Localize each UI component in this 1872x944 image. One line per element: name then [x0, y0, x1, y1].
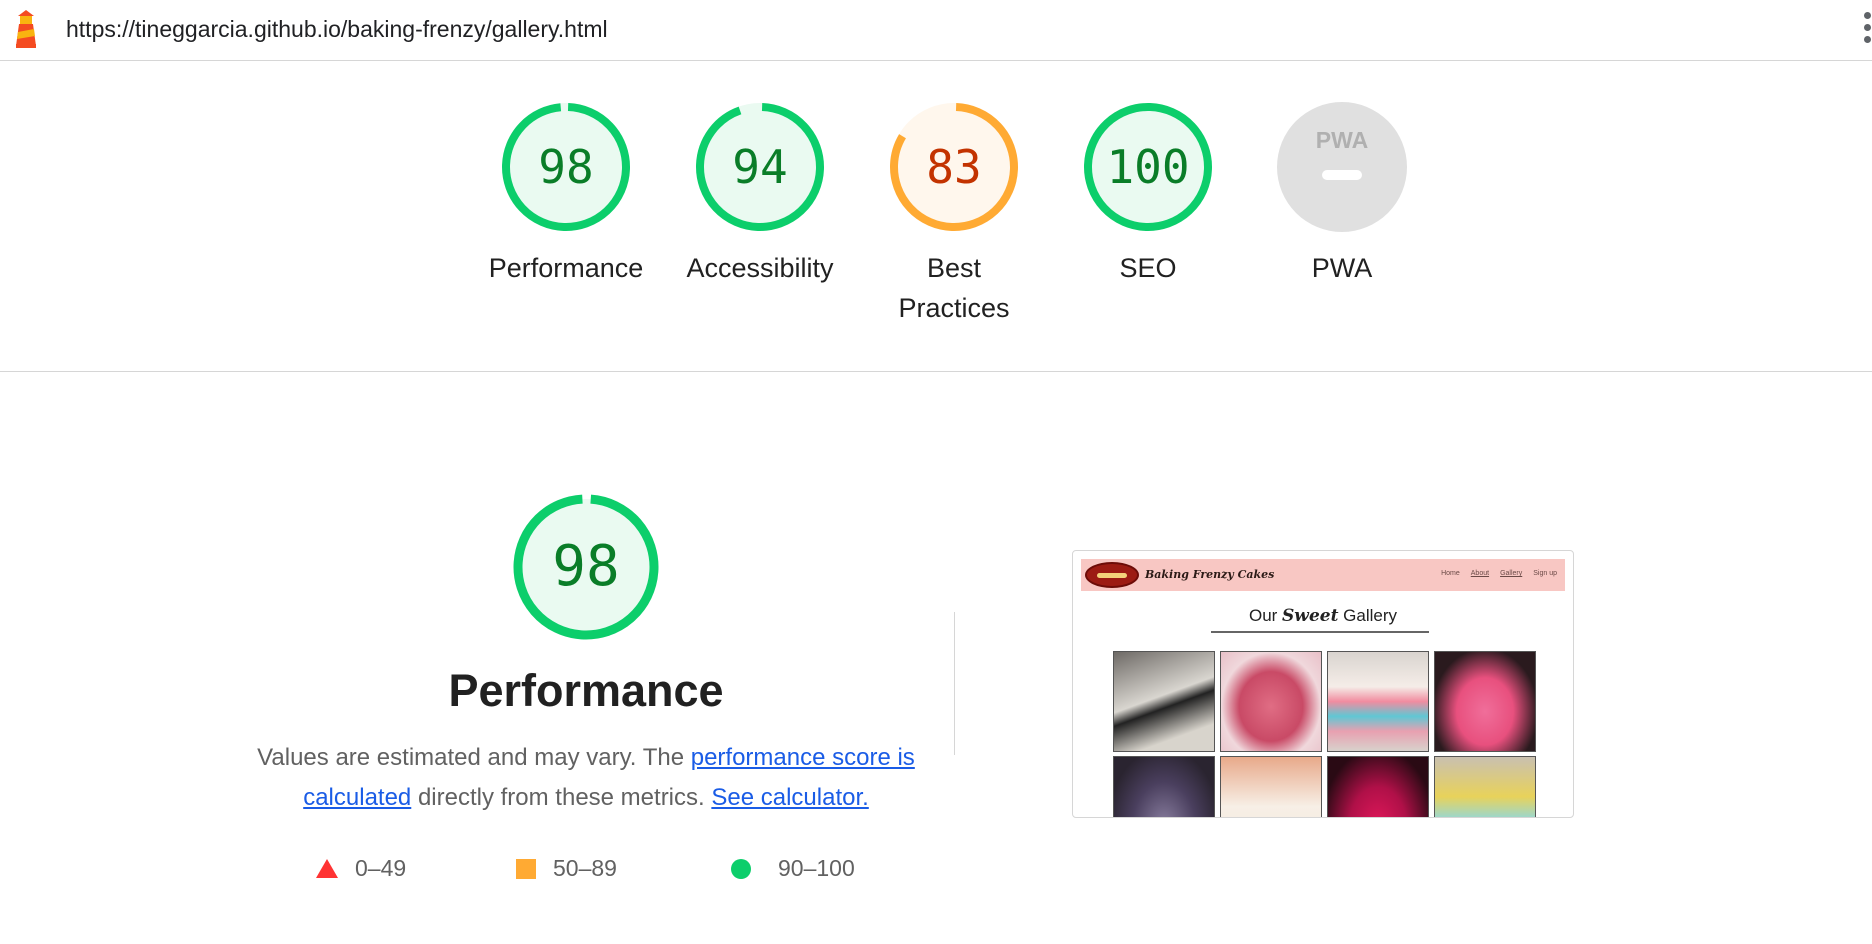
vertical-divider [954, 612, 955, 755]
gallery-heading: Our Sweet Gallery [1073, 606, 1573, 626]
circle-icon [731, 858, 751, 879]
heading-text: Gallery [1338, 606, 1398, 625]
gallery-photo [1327, 651, 1429, 752]
triangle-icon [316, 859, 338, 878]
gauge-score: 83 [926, 140, 982, 194]
nav-home: Home [1441, 570, 1460, 577]
gauge-ring: 100 [1083, 102, 1213, 232]
nav-signup: Sign up [1533, 570, 1557, 577]
svg-text:PWA: PWA [1316, 127, 1368, 153]
gallery-photo [1434, 651, 1536, 752]
nav-about: About [1470, 570, 1490, 577]
legend-fail: 0–49 [316, 855, 406, 882]
gauge-score: 98 [538, 140, 594, 194]
legend-pass: 90–100 [731, 855, 855, 882]
gauge-ring: 94 [695, 102, 825, 232]
performance-score: 98 [552, 534, 620, 599]
section-divider [0, 371, 1872, 372]
desc-text: directly from these metrics. [411, 784, 712, 811]
page-url[interactable]: https://tineggarcia.github.io/baking-fre… [66, 16, 608, 43]
performance-description: Values are estimated and may vary. The p… [250, 738, 922, 818]
gallery-photo [1434, 756, 1536, 817]
gauge-score: 94 [732, 140, 788, 194]
gauge-seo[interactable]: 100 SEO [1063, 102, 1233, 288]
legend-range: 0–49 [355, 855, 407, 881]
gauge-label: SEO [1119, 253, 1177, 283]
see-calculator-link[interactable]: See calculator. [711, 784, 868, 811]
more-options-icon[interactable] [1862, 12, 1872, 48]
heading-emphasis: Sweet [1282, 606, 1339, 626]
pwa-badge: PWA [1277, 102, 1407, 232]
gauge-ring: 83 [889, 102, 1019, 232]
gauge-best-practices[interactable]: 83 Best Practices [869, 102, 1039, 328]
gauge-accessibility[interactable]: 94 Accessibility [660, 102, 860, 288]
gauge-pwa[interactable]: PWA PWA [1257, 102, 1427, 288]
site-logo [1085, 562, 1139, 588]
gauge-ring: 98 [501, 102, 631, 232]
square-icon [516, 858, 536, 879]
nav-gallery: Gallery [1500, 570, 1523, 577]
gallery-photo [1327, 756, 1429, 817]
gallery-photo [1220, 756, 1322, 817]
gallery-photo [1113, 756, 1215, 817]
pwa-icon: PWA [1277, 102, 1407, 232]
lighthouse-icon [16, 10, 36, 48]
site-nav-links: Home About Gallery Sign up [1430, 570, 1557, 577]
final-screenshot[interactable]: Baking Frenzy Cakes Home About Gallery Sign… [1072, 550, 1574, 818]
site-navbar: Baking Frenzy Cakes Home About Gallery Sign… [1081, 559, 1565, 591]
performance-gauge-large: 98 [513, 494, 659, 640]
site-brand: Baking Frenzy Cakes [1145, 568, 1275, 581]
performance-title: Performance [448, 665, 724, 716]
browser-bar: https://tineggarcia.github.io/baking-fre… [0, 0, 1872, 61]
gauge-score: 100 [1106, 140, 1190, 194]
heading-text: Our [1248, 606, 1283, 625]
gallery-photo [1220, 651, 1322, 752]
gauge-label: Accessibility [686, 253, 834, 283]
legend-average: 50–89 [516, 855, 617, 882]
desc-text: Values are estimated and may vary. The [257, 744, 691, 771]
gauge-label: PWA [1311, 253, 1373, 283]
gauge-label: Best Practices [898, 253, 1010, 323]
legend-range: 90–100 [778, 855, 855, 881]
gallery-photo [1113, 651, 1215, 752]
gauge-label: Performance [488, 253, 644, 283]
gauge-performance[interactable]: 98 Performance [471, 102, 661, 288]
heading-underline [1211, 631, 1429, 633]
legend-range: 50–89 [553, 855, 617, 881]
